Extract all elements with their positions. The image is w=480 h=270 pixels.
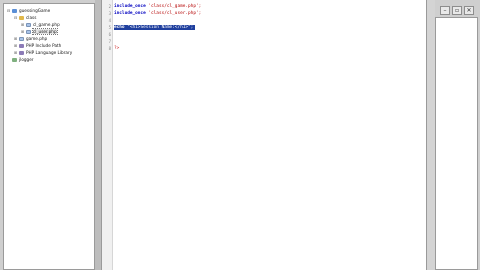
tree-item-language-library[interactable]: ⊞ PHP Language Library [13,49,72,56]
code-line[interactable]: include_once 'class/cl_user.php'; [114,11,201,16]
logger-icon [12,57,17,62]
collapse-toggle-icon[interactable]: ⊟ [6,8,11,13]
tree-item-class-folder[interactable]: ⊟ class [13,14,37,21]
line-number: 2 [108,4,111,9]
navigator-pane [435,17,478,270]
tree-item-label: guessingGame [19,8,51,13]
php-file-icon [26,22,31,27]
expand-toggle-icon[interactable]: ⊞ [13,36,18,41]
tree-item-file-selected[interactable]: ⊞ cl_user.php [20,28,58,35]
pane-splitter-right[interactable] [427,0,435,270]
code-line[interactable]: include_once 'class/cl_game.php'; [114,4,201,9]
tree-item-logger[interactable]: jlogger [6,56,34,63]
code-string: 'class/cl_game.php'; [145,4,202,9]
library-icon [19,50,24,55]
tree-item-file[interactable]: ⊞ game.php [13,35,47,42]
line-number: 8 [108,46,111,51]
library-icon [19,43,24,48]
line-number-gutter: 2 3 4 5 6 7 8 [102,0,113,270]
tree-item-include-path[interactable]: ⊞ PHP Include Path [13,42,62,49]
tree-item-label: game.php [26,36,48,41]
php-file-icon [19,36,24,41]
project-icon [12,8,17,13]
php-file-icon [26,29,31,34]
window-controls: – ▫ ✕ [440,6,474,15]
line-number: 7 [108,39,111,44]
line-number: 5 [108,25,111,30]
tree-item-label: PHP Language Library [26,50,73,55]
code-line-selected[interactable]: echo "<h1>Session Name:</h1>"; [114,25,196,30]
line-number: 4 [108,18,111,23]
line-number: 3 [108,11,111,16]
tree-item-label: cl_game.php [33,22,60,27]
project-explorer-pane: ⊟ guessingGame ⊟ class ⊞ cl_game.php ⊞ c… [3,3,95,270]
minimize-button[interactable]: – [440,6,450,15]
code-keyword: echo [114,25,125,30]
tree-item-file[interactable]: ⊞ cl_game.php [20,21,60,28]
tree-item-label: class [26,15,37,20]
tree-item-label: jlogger [19,57,34,62]
code-editor[interactable]: 2 3 4 5 6 7 8 include_once 'class/cl_gam… [101,0,427,270]
code-string: 'class/cl_user.php'; [145,11,202,16]
tree-item-label: PHP Include Path [26,43,62,48]
code-keyword: include_once [114,11,146,16]
expand-toggle-icon[interactable]: ⊞ [13,43,18,48]
expand-toggle-icon[interactable]: ⊞ [20,29,25,34]
close-button[interactable]: ✕ [464,6,474,15]
expand-toggle-icon[interactable]: ⊞ [13,50,18,55]
restore-button[interactable]: ▫ [452,6,462,15]
folder-icon [19,15,24,20]
code-keyword: include_once [114,4,146,9]
code-string: "<h1>Session Name:</h1>"; [124,25,194,30]
php-close-tag[interactable]: ?> [114,46,119,51]
collapse-toggle-icon[interactable]: ⊟ [13,15,18,20]
expand-toggle-icon[interactable]: ⊞ [20,22,25,27]
line-number: 6 [108,32,111,37]
tree-item-project[interactable]: ⊟ guessingGame [6,7,50,14]
tree-item-label: cl_user.php [32,28,58,35]
